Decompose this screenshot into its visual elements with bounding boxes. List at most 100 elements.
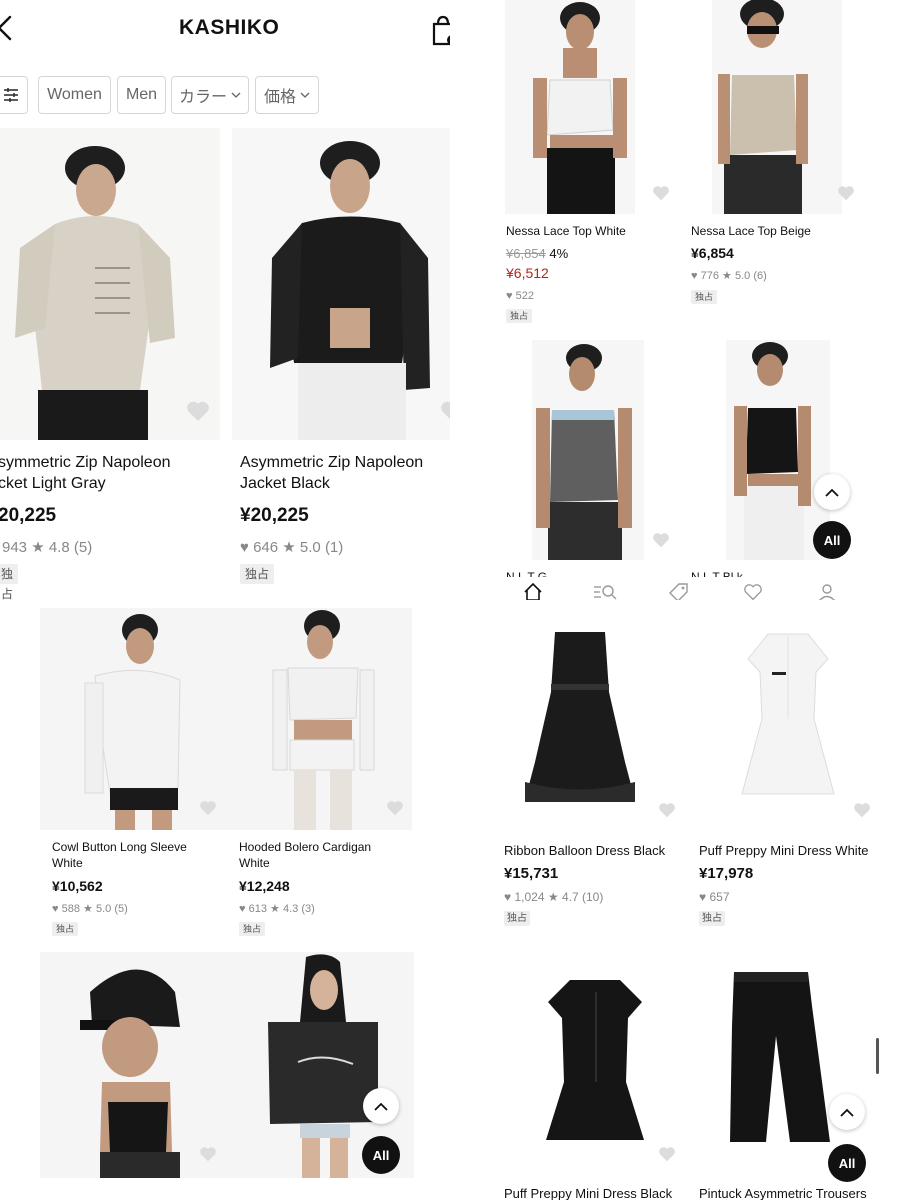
favorite-button[interactable] [853, 802, 871, 818]
product-image[interactable] [532, 340, 644, 560]
product-stats: ♥ 646 ★ 5.0 (1) [240, 538, 343, 556]
review-count: (5) [73, 539, 93, 556]
product-stats: ♥ 588 ★ 5.0 (5) [52, 902, 128, 915]
favorite-button[interactable] [199, 800, 217, 816]
model-bolero-photo [228, 608, 412, 830]
search-category-icon [594, 585, 617, 600]
scroll-top-button[interactable] [363, 1088, 399, 1124]
all-button[interactable]: All [362, 1136, 400, 1174]
review-count: (5) [114, 903, 128, 915]
favorite-button[interactable] [199, 1146, 217, 1162]
heart-icon [200, 801, 216, 816]
rating-value: 4.3 [282, 903, 299, 915]
product-price: ¥10,562 [52, 878, 103, 894]
nav-sale[interactable] [669, 582, 689, 600]
rating-value: 5.0 [299, 539, 321, 556]
product-image[interactable] [505, 622, 655, 812]
black-dress-photo [505, 622, 655, 812]
scroll-top-button[interactable] [829, 1094, 865, 1130]
all-button[interactable]: All [828, 1144, 866, 1182]
scrollbar-thumb[interactable] [876, 1038, 879, 1074]
product-name-line2[interactable]: White [52, 856, 83, 870]
product-stats: ♥ 613 ★ 4.3 (3) [239, 902, 315, 915]
heart-icon [441, 401, 450, 419]
favorite-button[interactable] [652, 532, 670, 548]
product-name[interactable]: Cowl Button Long Sleeve [52, 840, 187, 854]
heart-small-icon: ♥ [240, 539, 249, 556]
back-button[interactable] [0, 14, 16, 42]
product-name[interactable]: Ribbon Balloon Dress Black [504, 843, 665, 858]
exclusive-badge: 独占 [239, 922, 265, 936]
panel-top-right: Nessa Lace Top White ¥6,854 4% ¥6,512 ♥ … [450, 0, 900, 600]
filter-chip-women[interactable]: Women [38, 76, 111, 114]
filter-chip-label: 価格 [263, 89, 296, 106]
heart-icon [744, 584, 762, 600]
exclusive-badge: 独占 [52, 922, 78, 936]
product-price: ¥17,978 [699, 865, 754, 882]
scroll-top-button[interactable] [814, 474, 850, 510]
model-black-jacket-photo [232, 128, 450, 440]
product-image[interactable] [726, 340, 830, 560]
nav-home[interactable] [523, 582, 543, 600]
product-name[interactable]: Puff Preppy Mini Dress Black [504, 1186, 672, 1200]
likes-count: 588 [61, 903, 80, 915]
filter-chip-label: カラー [178, 89, 227, 106]
product-image[interactable] [40, 952, 230, 1178]
product-image[interactable] [232, 128, 450, 440]
shopping-bag-icon [432, 15, 450, 46]
product-name[interactable]: Pintuck Asymmetric Trousers [699, 1186, 867, 1200]
product-name-line2[interactable]: White [239, 856, 270, 870]
star-icon: ★ [270, 903, 280, 915]
filter-chip-color[interactable]: カラー [171, 76, 249, 114]
filter-sliders-icon [4, 88, 18, 102]
heart-icon [659, 1147, 675, 1162]
heart-icon [854, 803, 870, 818]
favorite-button[interactable] [186, 400, 210, 422]
product-name[interactable]: Nessa Lace Top White [506, 224, 626, 238]
product-name-line2[interactable]: Jacket Black [240, 475, 330, 493]
likes-count: 646 [253, 539, 279, 556]
model-light-jacket-photo [0, 128, 220, 440]
product-name[interactable]: Nessa Lace Top Beige [691, 224, 811, 238]
product-image[interactable] [530, 972, 660, 1148]
filter-chip-price[interactable]: 価格 [255, 76, 319, 114]
product-image[interactable] [0, 128, 220, 440]
product-image[interactable] [728, 624, 848, 804]
original-price: ¥6,854 [506, 246, 546, 261]
model-black-top-photo [726, 340, 830, 560]
page-title: KASHIKO [179, 16, 280, 39]
filter-chip-men[interactable]: Men [117, 76, 166, 114]
product-name[interactable]: symmetric Zip Napoleon [0, 454, 171, 472]
product-image[interactable] [505, 0, 635, 214]
chevron-up-icon [825, 488, 839, 497]
rating-value: 4.7 [561, 890, 579, 904]
product-image[interactable] [712, 0, 842, 214]
review-count: (10) [581, 890, 604, 904]
favorite-button[interactable] [658, 802, 676, 818]
exclusive-badge: 独占 [0, 564, 18, 600]
product-name-line2[interactable]: cket Light Gray [0, 475, 106, 493]
product-image[interactable] [228, 608, 412, 830]
favorite-button[interactable] [440, 400, 450, 422]
product-name[interactable]: Puff Preppy Mini Dress White [699, 843, 869, 858]
heart-small-icon: ♥ [699, 890, 707, 904]
favorite-button[interactable] [652, 185, 670, 201]
review-count: (1) [324, 539, 344, 556]
nav-account[interactable] [817, 582, 837, 600]
all-button[interactable]: All [813, 521, 851, 559]
nav-search[interactable] [593, 582, 617, 600]
product-name[interactable]: Asymmetric Zip Napoleon [240, 454, 423, 472]
chevron-down-icon [300, 92, 310, 98]
exclusive-badge: 独占 [699, 911, 725, 926]
favorite-button[interactable] [837, 185, 855, 201]
heart-small-icon: ♥ [506, 290, 513, 302]
favorite-button[interactable] [386, 800, 404, 816]
filter-settings-button[interactable] [0, 76, 28, 114]
favorite-button[interactable] [658, 1146, 676, 1162]
product-name[interactable]: Hooded Bolero Cardigan [239, 840, 371, 854]
cart-button[interactable] [430, 14, 450, 46]
nav-favorites[interactable] [743, 583, 763, 600]
product-image[interactable] [40, 608, 230, 830]
filter-chip-label: Women [47, 86, 102, 103]
rating-value: 5.0 [95, 903, 112, 915]
